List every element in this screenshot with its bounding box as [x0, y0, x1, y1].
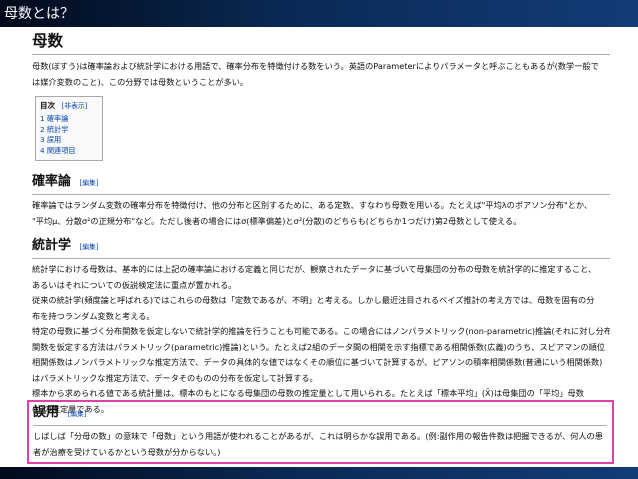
statistics-line-5: 特定の母数に基づく分布関数を仮定しないで統計学的推論を行うことも可能である。この…: [32, 326, 610, 336]
section-title-statistics: 統計学: [32, 238, 72, 253]
probability-line-2: "平均μ、分散σ²の正規分布"など。ただし後者の場合にはσ(標準偏差)とσ²(分…: [32, 215, 522, 226]
misuse-section: 誤用 [編集] しばしば「分母の数」の意味で「母数」という用語が使われることがあ…: [33, 402, 607, 461]
edit-link-probability[interactable]: [編集]: [80, 179, 99, 187]
slide-title: 母数とは？: [4, 6, 74, 22]
misuse-line-2: 者が治療を受けているかという母数が分からない。): [33, 446, 221, 457]
misuse-highlight-box: 誤用 [編集] しばしば「分母の数」の意味で「母数」という用語が使われることがあ…: [27, 400, 614, 464]
slide-title-bar: 母数とは？: [0, 0, 638, 27]
edit-link-statistics[interactable]: [編集]: [80, 243, 99, 251]
statistics-line-3: 従来の統計学(頻度論と呼ばれる)ではこれらの母数は「定数であるが、不明」と考える…: [32, 295, 595, 305]
article-title: 母数: [32, 28, 610, 55]
section-heading-statistics: 統計学 [編集]: [32, 237, 610, 259]
intro-line-1: 母数(ぼすう)は確率論および統計学における用語で、確率分布を特徴付ける数をいう。…: [32, 61, 599, 71]
statistics-line-8: はパラメトリックな推定方法で、データそのものの分布を仮定して計算する。: [32, 372, 318, 383]
statistics-line-4: 布を持つランダム変数と考える。: [32, 310, 155, 321]
misuse-line-1: しばしば「分母の数」の意味で「母数」という用語が使われることがあるが、これは明ら…: [33, 431, 603, 441]
statistics-line-6: 関数を仮定する方法はパラメトリック(parametric)推論)という。たとえば…: [32, 341, 605, 352]
section-heading-misuse: 誤用 [編集]: [33, 404, 607, 426]
section-title-misuse: 誤用: [33, 405, 60, 420]
statistics-line-7: 相関係数はノンパラメトリックな推定方法で、データの具体的な値ではなくその順位に基…: [32, 357, 603, 367]
statistics-line-9: 標本から求められる値である統計量は、標本のもとになる母集団の母数の推定量として用…: [32, 388, 584, 398]
intro-line-2: は媒介変数のこと)、この分野では母数ということが多い。: [32, 76, 249, 87]
toc-item-related[interactable]: 4 関連項目: [40, 146, 98, 157]
wiki-article: 母数 母数(ぼすう)は確率論および統計学における用語で、確率分布を特徴付ける数を…: [32, 28, 610, 418]
probability-line-1: 確率論ではランダム変数の確率分布を特徴付け、他の分布と区別するために、ある定数、…: [32, 200, 593, 210]
section-heading-probability: 確率論 [編集]: [32, 173, 610, 195]
toc-toggle-link[interactable]: [非表示]: [62, 102, 88, 110]
edit-link-misuse[interactable]: [編集]: [68, 410, 87, 418]
toc-item-probability[interactable]: 1 確率論: [40, 114, 98, 125]
toc-title: 目次: [40, 101, 55, 110]
statistics-line-2: あるいはそれについての仮説検定法に重点が置かれる。: [32, 279, 237, 290]
table-of-contents: 目次 [非表示] 1 確率論 2 統計学 3 誤用 4 関連項目: [35, 96, 103, 161]
statistics-line-1: 統計学における母数は、基本的には上記の確率論における定義と同じだが、観察されたデ…: [32, 264, 597, 274]
section-title-probability: 確率論: [32, 174, 72, 189]
slide-footer-bar: [0, 467, 638, 479]
toc-list: 1 確率論 2 統計学 3 誤用 4 関連項目: [40, 114, 98, 156]
toc-item-misuse[interactable]: 3 誤用: [40, 135, 98, 146]
toc-item-statistics[interactable]: 2 統計学: [40, 125, 98, 136]
toc-header: 目次 [非表示]: [40, 100, 98, 112]
